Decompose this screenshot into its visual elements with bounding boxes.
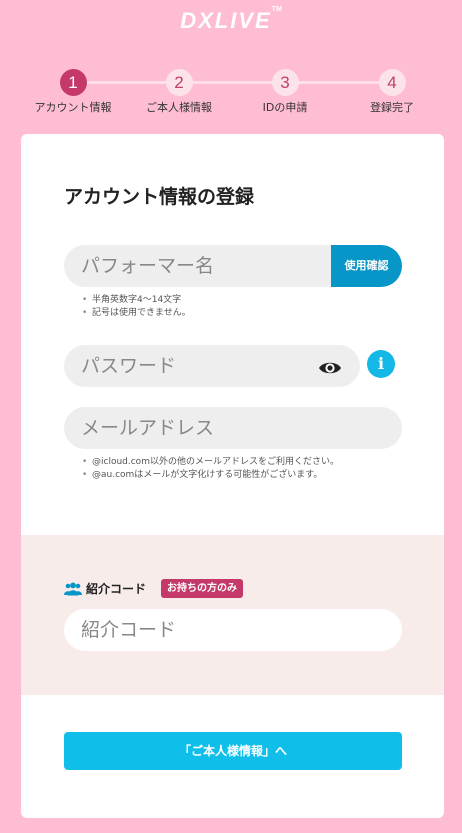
step-label: アカウント情報	[34, 101, 112, 114]
step-number: 4	[378, 69, 406, 96]
note-item: @au.comはメールが文字化けする可能性がございます。	[78, 469, 339, 482]
page-title: アカウント情報の登録	[64, 186, 255, 208]
referral-section: 紹介コード お持ちの方のみ 紹介コード	[21, 535, 444, 695]
step-number: 1	[59, 69, 87, 96]
step-number: 3	[271, 69, 299, 96]
performer-name-notes: 半角英数字4～14文字 記号は使用できません。	[78, 294, 191, 320]
trademark-mark: TM	[271, 6, 282, 13]
email-input[interactable]: メールアドレス	[64, 407, 402, 449]
password-input[interactable]: パスワード	[64, 345, 360, 387]
referral-label: 紹介コード	[86, 582, 147, 596]
step-registration-complete: 4 登録完了	[337, 69, 447, 115]
referral-code-input[interactable]: 紹介コード	[64, 609, 402, 651]
logo-text: DXLIVE	[180, 8, 272, 33]
step-label: IDの申請	[262, 101, 308, 114]
step-number: 2	[165, 69, 193, 96]
step-label: 登録完了	[370, 101, 414, 114]
dxlive-logo[interactable]: DXLIVETM	[0, 6, 462, 34]
step-personal-info: 2 ご本人様情報	[124, 69, 234, 115]
next-step-button[interactable]: 「ご本人様情報」へ	[64, 732, 402, 770]
registration-card: アカウント情報の登録 パフォーマー名 使用確認 半角英数字4～14文字 記号は使…	[21, 134, 444, 818]
note-item: @icloud.com以外の他のメールアドレスをご利用ください。	[78, 456, 339, 469]
check-availability-button[interactable]: 使用確認	[331, 245, 402, 287]
note-item: 記号は使用できません。	[78, 307, 191, 320]
optional-badge: お持ちの方のみ	[161, 579, 243, 598]
email-notes: @icloud.com以外の他のメールアドレスをご利用ください。 @au.com…	[78, 456, 339, 482]
note-item: 半角英数字4～14文字	[78, 294, 191, 307]
step-account-info: 1 アカウント情報	[18, 69, 128, 115]
users-icon	[64, 582, 82, 596]
step-label: ご本人様情報	[146, 101, 212, 114]
info-icon[interactable]: i	[367, 350, 395, 378]
eye-icon[interactable]	[318, 360, 342, 376]
performer-name-input[interactable]: パフォーマー名	[64, 245, 364, 287]
step-id-application: 3 IDの申請	[230, 69, 340, 115]
